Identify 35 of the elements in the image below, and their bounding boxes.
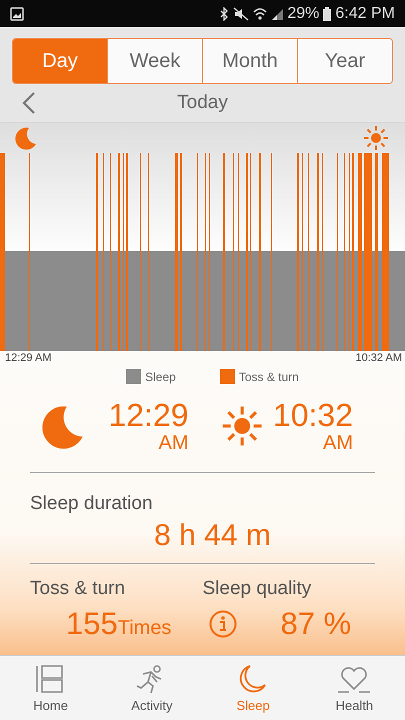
info-icon[interactable] <box>208 610 236 638</box>
time-period: AM <box>158 432 189 454</box>
back-icon[interactable] <box>22 91 36 115</box>
nav-tab[interactable]: Activity <box>101 656 202 720</box>
nav-tab[interactable]: Sleep <box>202 656 304 720</box>
signal-icon <box>271 8 284 20</box>
sun-icon <box>363 125 389 151</box>
duration-value: 8 h 44 m <box>153 519 272 553</box>
bedtime-value: 12:29 <box>108 398 189 432</box>
nav-tab[interactable]: Home <box>0 656 102 720</box>
tab[interactable]: Day <box>13 39 107 83</box>
wifi-icon <box>253 6 268 20</box>
stat-label: Sleep duration <box>30 493 154 515</box>
tab[interactable]: Year <box>297 39 392 83</box>
stat-label: Sleep quality <box>202 578 312 600</box>
legend-label: Sleep <box>145 370 176 384</box>
bluetooth-icon <box>219 6 230 20</box>
legend-label: Toss & turn <box>238 370 299 384</box>
mute-icon <box>233 6 250 20</box>
count-unit: Times <box>118 617 172 640</box>
axis-label: 10:32 AM <box>356 352 402 364</box>
image-icon <box>10 6 24 20</box>
tab[interactable]: Month <box>202 39 297 83</box>
wake-time-value: 10:32 <box>272 398 353 432</box>
stat-label: Toss & turn <box>30 578 126 600</box>
battery-icon <box>323 6 332 20</box>
tab[interactable]: Week <box>107 39 202 83</box>
date-title: Today <box>177 92 228 114</box>
nav-tab[interactable]: Health <box>304 656 405 720</box>
axis-label: 12:29 AM <box>5 352 52 364</box>
quality-value: 87 % <box>280 606 352 642</box>
time-period: AM <box>323 432 353 454</box>
toss-count: 155 <box>66 606 118 642</box>
clock: 6:42 PM <box>335 4 395 22</box>
battery-percentage: 29% <box>287 4 320 22</box>
